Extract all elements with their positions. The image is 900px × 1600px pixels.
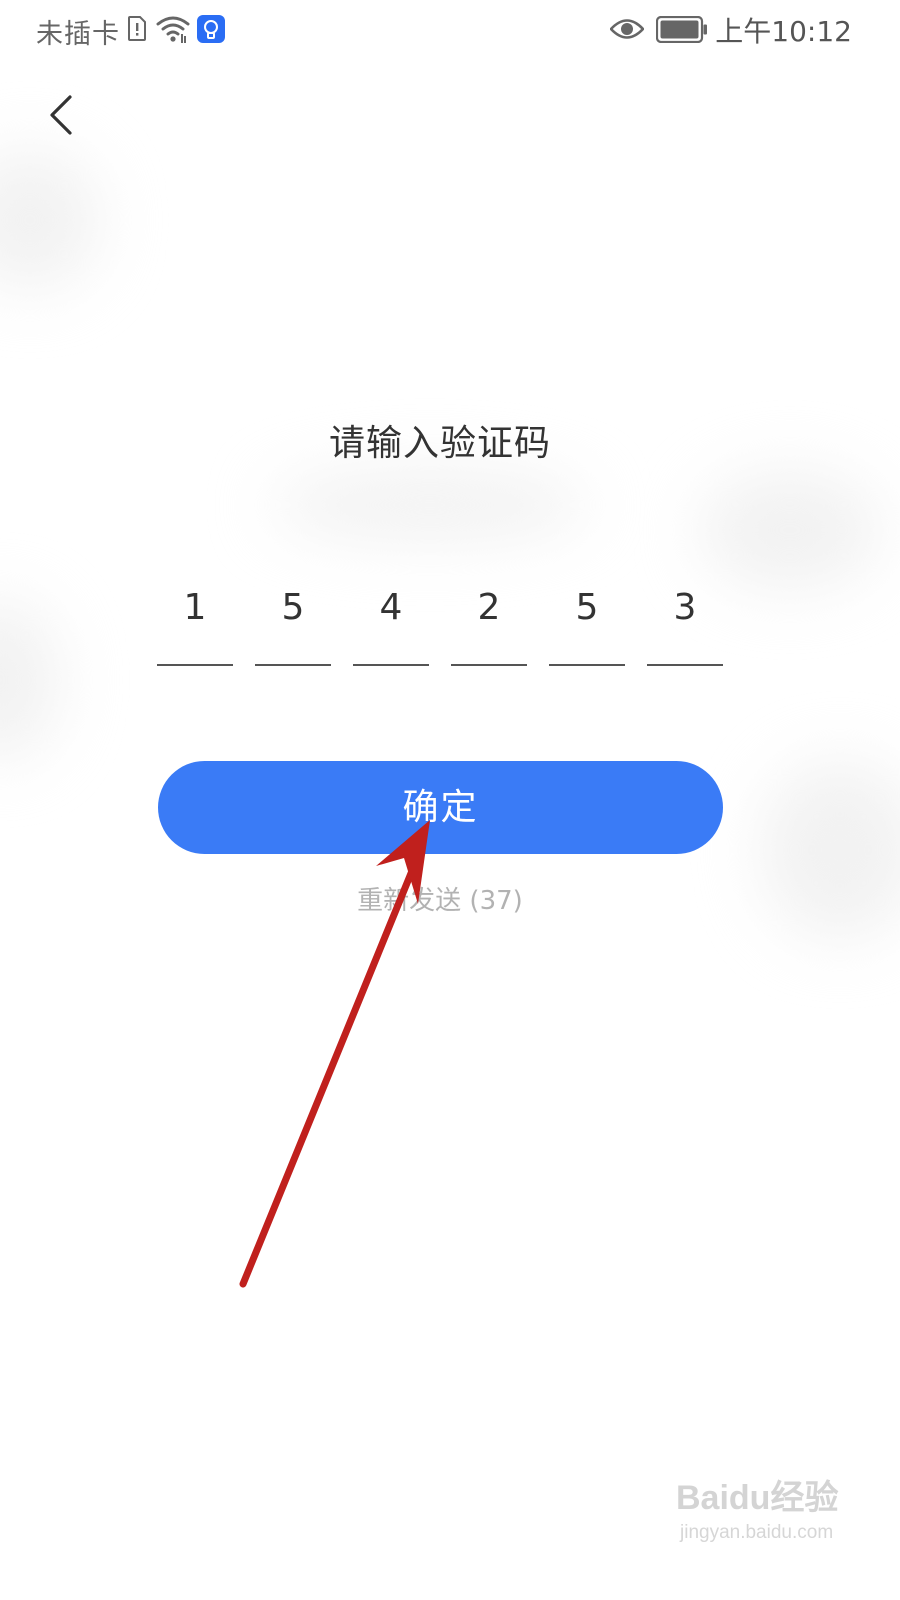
code-digit: 1 <box>183 587 207 628</box>
code-digit: 5 <box>575 587 599 628</box>
background-blur <box>0 150 100 290</box>
eye-icon <box>610 19 644 39</box>
code-underline <box>647 664 723 666</box>
code-digit: 3 <box>673 587 697 628</box>
code-cell[interactable]: 5 <box>549 580 625 668</box>
carrier-label: 未插卡 <box>36 19 120 50</box>
clock: 上午10:12 <box>715 15 852 48</box>
background-blur <box>0 600 60 760</box>
status-bar: 未插卡 上午10:12 <box>0 0 900 62</box>
code-cell[interactable]: 4 <box>353 580 429 668</box>
sim-icon <box>128 16 146 41</box>
code-cell[interactable]: 2 <box>451 580 527 668</box>
arrow-shaft <box>239 862 418 1288</box>
confirm-button[interactable]: 确定 <box>158 761 723 854</box>
code-cell[interactable]: 5 <box>255 580 331 668</box>
page-title: 请输入验证码 <box>328 423 551 464</box>
code-underline <box>353 664 429 666</box>
battery-icon <box>656 16 707 43</box>
code-cell[interactable]: 3 <box>647 580 723 668</box>
wifi-icon <box>156 16 190 43</box>
code-underline <box>451 664 527 666</box>
watermark: Baidu经验 jingyan.baidu.com <box>676 1470 876 1580</box>
code-underline <box>255 664 331 666</box>
background-blur <box>270 470 590 540</box>
code-underline <box>549 664 625 666</box>
watermark-logo-text: Baidu经验 <box>676 1479 839 1517</box>
resend-countdown-link[interactable]: 重新发送 (37) <box>0 880 880 917</box>
code-digit: 5 <box>281 587 305 628</box>
chevron-left-icon <box>50 95 72 135</box>
app-badge-icon <box>197 15 225 43</box>
back-button[interactable] <box>40 92 84 138</box>
code-underline <box>157 664 233 666</box>
verification-code-input[interactable]: 1 5 4 2 5 3 <box>157 580 725 670</box>
background-blur <box>700 470 880 590</box>
code-cell[interactable]: 1 <box>157 580 233 668</box>
code-digit: 4 <box>379 587 403 628</box>
code-digit: 2 <box>477 587 501 628</box>
verification-screen: 未插卡 上午10:12 请输入验证码 1 5 4 2 5 3 确定 重新发送 (… <box>0 0 900 1600</box>
watermark-url: jingyan.baidu.com <box>680 1522 834 1543</box>
